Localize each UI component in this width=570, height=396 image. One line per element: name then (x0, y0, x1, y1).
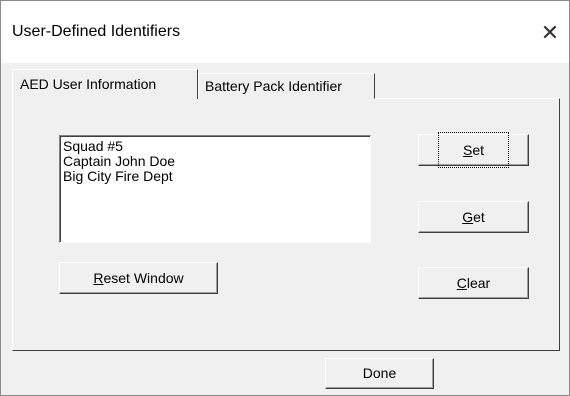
tab-panel: Squad #5 Captain John Doe Big City Fire … (12, 98, 560, 351)
get-button[interactable]: Get (418, 201, 529, 233)
done-button[interactable]: Done (325, 358, 434, 389)
tab-aed-user-information[interactable]: AED User Information (12, 69, 198, 99)
user-info-line: Captain John Doe (63, 153, 176, 169)
user-info-textbox[interactable]: Squad #5 Captain John Doe Big City Fire … (59, 135, 371, 243)
set-button[interactable]: Set (418, 132, 529, 168)
reset-window-button[interactable]: Reset Window (59, 262, 218, 294)
tab-battery-pack-identifier[interactable]: Battery Pack Identifier (198, 73, 375, 99)
dialog-window: User-Defined Identifiers ✕ AED User Info… (0, 0, 570, 396)
user-info-line: Big City Fire Dept (63, 168, 173, 184)
title-bar: User-Defined Identifiers ✕ (1, 1, 569, 63)
clear-button[interactable]: Clear (418, 267, 529, 299)
close-icon[interactable]: ✕ (532, 15, 568, 51)
window-title: User-Defined Identifiers (12, 23, 181, 40)
user-info-line: Squad #5 (63, 138, 123, 154)
